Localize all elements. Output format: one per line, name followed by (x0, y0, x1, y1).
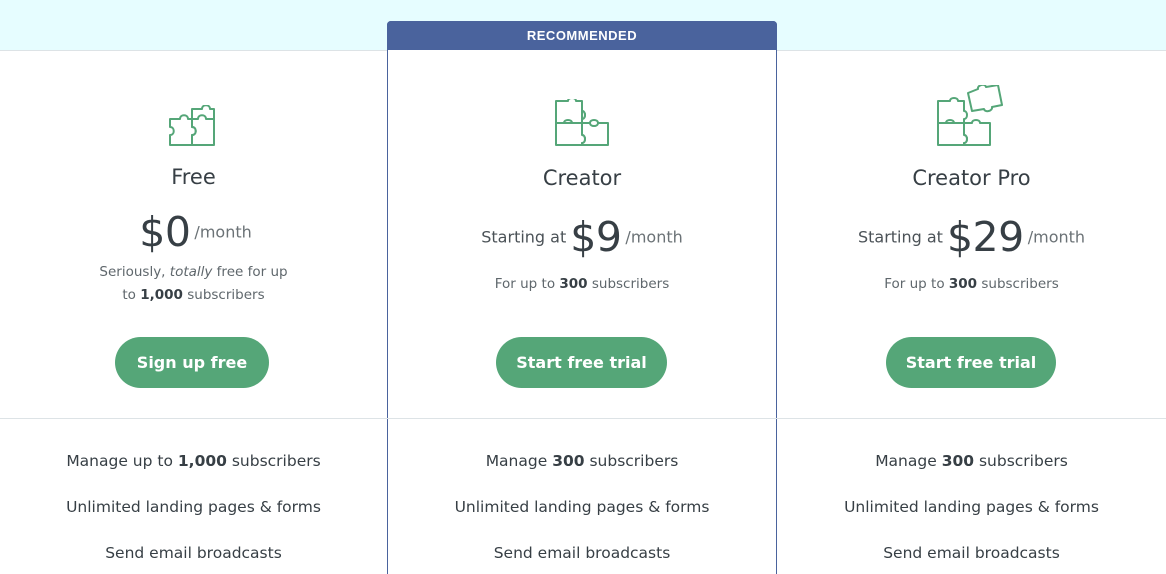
feature-text: subscribers (584, 452, 679, 470)
price-amount: $29 (946, 213, 1024, 261)
feature-text: Unlimited landing pages & forms (844, 498, 1099, 516)
note-text: subscribers (977, 276, 1059, 292)
price-unit: /month (194, 222, 252, 242)
plan-name: Free (171, 165, 216, 189)
start-free-trial-button[interactable]: Start free trial (886, 337, 1056, 388)
feature-text: Send email broadcasts (883, 544, 1060, 562)
subscriber-note: Seriously, totally free for up to 1,000 … (0, 261, 387, 307)
plan-free: Free $0/month Seriously, totally free fo… (0, 0, 387, 574)
note-bold: 300 (948, 276, 978, 292)
feature-text: subscribers (226, 452, 321, 470)
subscriber-note: For up to 300 subscribers (777, 273, 1166, 296)
note-text: free for up (212, 264, 288, 280)
note-text: For up to (884, 276, 949, 292)
feature-text: Manage (875, 452, 942, 470)
plan-name: Creator Pro (912, 166, 1031, 190)
start-free-trial-button[interactable]: Start free trial (496, 337, 667, 388)
feature-item: Send email broadcasts (387, 544, 777, 562)
feature-item: Send email broadcasts (0, 544, 387, 562)
price-amount: $9 (570, 213, 622, 261)
note-text: For up to (494, 276, 560, 292)
feature-text: Manage up to (66, 452, 178, 470)
subscriber-note: For up to 300 subscribers (387, 273, 777, 296)
note-text: subscribers (182, 287, 265, 303)
price-prefix: Starting at (857, 227, 943, 247)
price-line: Starting at$29/month (777, 213, 1166, 261)
plan-creator-pro: Creator Pro Starting at$29/month For up … (777, 0, 1166, 574)
feature-item: Unlimited landing pages & forms (387, 498, 777, 516)
feature-text: Unlimited landing pages & forms (66, 498, 321, 516)
price-amount: $0 (139, 208, 191, 256)
feature-text: Send email broadcasts (105, 544, 282, 562)
note-text: subscribers (587, 276, 670, 292)
feature-bold: 300 (552, 452, 585, 470)
feature-text: subscribers (974, 452, 1068, 470)
price-unit: /month (1027, 227, 1086, 247)
price-line: $0/month (0, 208, 387, 256)
puzzle-small-icon (168, 105, 216, 147)
feature-item: Send email broadcasts (777, 544, 1166, 562)
plan-name: Creator (542, 166, 622, 190)
feature-text: Unlimited landing pages & forms (454, 498, 710, 516)
feature-bold: 1,000 (177, 452, 227, 470)
feature-text: Manage (485, 452, 553, 470)
feature-bold: 300 (941, 452, 975, 470)
price-unit: /month (625, 227, 683, 247)
puzzle-large-icon (936, 85, 1006, 149)
feature-item: Manage up to 1,000 subscribers (0, 452, 387, 470)
note-emphasis: totally (169, 264, 213, 280)
puzzle-medium-icon (554, 99, 610, 147)
sign-up-free-button[interactable]: Sign up free (115, 337, 269, 388)
price-line: Starting at$9/month (387, 213, 777, 261)
note-bold: 300 (559, 276, 588, 292)
plan-creator: Creator Starting at$9/month For up to 30… (387, 0, 777, 574)
feature-item: Unlimited landing pages & forms (0, 498, 387, 516)
price-prefix: Starting at (481, 227, 567, 247)
note-bold: 1,000 (140, 287, 183, 303)
feature-item: Manage 300 subscribers (777, 452, 1166, 470)
feature-item: Manage 300 subscribers (387, 452, 777, 470)
feature-text: Send email broadcasts (493, 544, 671, 562)
note-text: Seriously, (99, 264, 170, 280)
note-text: to (122, 287, 141, 303)
feature-item: Unlimited landing pages & forms (777, 498, 1166, 516)
